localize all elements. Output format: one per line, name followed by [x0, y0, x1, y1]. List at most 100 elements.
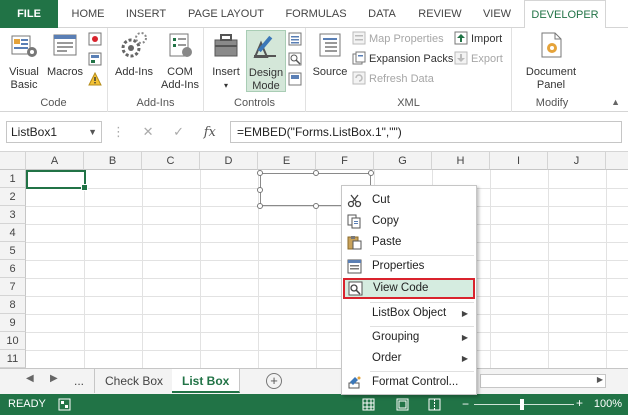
insert-control-button[interactable]: Insert ▾ — [208, 30, 244, 92]
column-header[interactable]: E — [258, 152, 316, 170]
zoom-slider[interactable] — [474, 404, 574, 405]
horizontal-scrollbar[interactable]: ▶ — [480, 374, 606, 388]
column-header[interactable]: B — [84, 152, 142, 170]
design-mode-button[interactable]: Design Mode — [246, 30, 286, 92]
tab-home[interactable]: HOME — [62, 0, 114, 28]
column-header[interactable]: I — [490, 152, 548, 170]
formula-input[interactable]: =EMBED("Forms.ListBox.1","") — [230, 121, 622, 143]
map-properties-button[interactable]: Map Properties — [352, 30, 444, 49]
row-header[interactable]: 10 — [0, 332, 26, 350]
export-button[interactable]: Export — [454, 50, 503, 69]
group-addins: Add-Ins COM Add-Ins Add-Ins — [108, 28, 204, 112]
scroll-right-icon[interactable]: ▶ — [50, 373, 58, 384]
macro-recording-icon[interactable] — [58, 398, 71, 411]
tab-data[interactable]: DATA — [358, 0, 406, 28]
row-header[interactable]: 2 — [0, 188, 26, 206]
visual-basic-button[interactable]: Visual Basic — [4, 30, 44, 92]
source-button[interactable]: Source — [310, 30, 350, 79]
resize-handle[interactable] — [257, 203, 263, 209]
resize-handle[interactable] — [368, 170, 374, 176]
properties-small-icon[interactable] — [288, 32, 302, 46]
column-header[interactable]: C — [142, 152, 200, 170]
menu-item-view-code[interactable]: View Code — [343, 278, 475, 299]
column-header[interactable]: G — [374, 152, 432, 170]
properties-icon — [347, 259, 362, 274]
menu-item-order[interactable]: Order ▶ — [342, 348, 476, 369]
enter-icon[interactable]: ✓ — [173, 124, 184, 139]
page-layout-view-icon[interactable] — [396, 398, 409, 411]
row-header[interactable]: 1 — [0, 170, 26, 188]
row-header[interactable]: 7 — [0, 278, 26, 296]
run-dialog-icon[interactable] — [288, 72, 302, 86]
collapse-ribbon-icon[interactable]: ▲ — [611, 97, 620, 107]
tab-developer[interactable]: DEVELOPER — [524, 0, 606, 29]
menu-item-cut[interactable]: Cut — [342, 190, 476, 211]
view-code-small-icon[interactable] — [288, 52, 302, 66]
menu-item-paste[interactable]: Paste — [342, 232, 476, 253]
com-addins-button[interactable]: COM Add-Ins — [158, 30, 202, 92]
column-header[interactable]: J — [548, 152, 606, 170]
row-header[interactable]: 6 — [0, 260, 26, 278]
name-box[interactable]: ListBox1 ▼ — [6, 121, 102, 143]
resize-handle[interactable] — [313, 203, 319, 209]
column-header[interactable]: H — [432, 152, 490, 170]
worksheet-grid[interactable]: A B C D E F G H I J 1 2 3 4 5 6 7 8 9 10… — [0, 152, 628, 368]
view-code-icon — [348, 281, 363, 296]
tab-file[interactable]: FILE — [0, 0, 58, 28]
refresh-data-button[interactable]: Refresh Data — [352, 70, 434, 89]
chevron-down-icon[interactable]: ▼ — [88, 122, 97, 142]
menu-item-grouping[interactable]: Grouping ▶ — [342, 327, 476, 348]
sheet-tab-list-box[interactable]: List Box — [172, 369, 241, 393]
row-header[interactable]: 11 — [0, 350, 26, 368]
macro-security-icon[interactable] — [88, 72, 102, 86]
menu-item-properties[interactable]: Properties — [342, 256, 476, 277]
sheet-tab-check-box[interactable]: Check Box — [94, 369, 175, 393]
map-properties-icon — [352, 31, 366, 45]
row-header[interactable]: 3 — [0, 206, 26, 224]
resize-handle[interactable] — [257, 170, 263, 176]
tab-review[interactable]: REVIEW — [410, 0, 470, 28]
normal-view-icon[interactable] — [362, 398, 375, 411]
zoom-out-icon[interactable]: − — [462, 397, 469, 411]
column-header[interactable]: D — [200, 152, 258, 170]
refresh-data-icon — [352, 71, 366, 85]
tab-page-layout[interactable]: PAGE LAYOUT — [178, 0, 274, 28]
zoom-in-icon[interactable]: + — [576, 396, 583, 410]
row-header[interactable]: 8 — [0, 296, 26, 314]
relative-references-icon[interactable] — [88, 52, 102, 66]
tab-insert[interactable]: INSERT — [118, 0, 174, 28]
zoom-slider-thumb[interactable] — [520, 399, 524, 410]
more-sheets[interactable]: ... — [64, 369, 94, 393]
scroll-left-icon[interactable]: ◀ — [26, 373, 34, 384]
scroll-right-arrow-icon[interactable]: ▶ — [597, 375, 603, 384]
status-ready: READY — [8, 398, 46, 410]
record-macro-icon[interactable] — [88, 32, 102, 46]
menu-item-format-control[interactable]: Format Control... — [342, 372, 476, 393]
column-header[interactable]: A — [26, 152, 84, 170]
active-cell-a1[interactable] — [26, 170, 88, 191]
zoom-level[interactable]: 100% — [594, 398, 622, 410]
page-break-preview-icon[interactable] — [428, 398, 441, 411]
cancel-icon[interactable]: ✕ — [143, 124, 154, 139]
resize-handle[interactable] — [313, 170, 319, 176]
expansion-packs-button[interactable]: Expansion Packs — [352, 50, 453, 69]
import-button[interactable]: Import — [454, 30, 502, 49]
document-panel-icon — [541, 32, 562, 58]
add-sheet-icon[interactable]: + — [266, 373, 282, 389]
tab-formulas[interactable]: FORMULAS — [278, 0, 354, 28]
row-header[interactable]: 4 — [0, 224, 26, 242]
document-panel-button[interactable]: Document Panel — [518, 30, 584, 92]
select-all-corner[interactable] — [0, 152, 26, 170]
addins-button[interactable]: Add-Ins — [112, 30, 156, 79]
group-modify: Document Panel Modify — [512, 28, 592, 112]
row-header[interactable]: 5 — [0, 242, 26, 260]
menu-item-listbox-object[interactable]: ListBox Object ▶ — [342, 303, 476, 324]
column-header[interactable]: F — [316, 152, 374, 170]
macros-button[interactable]: Macros — [46, 30, 84, 79]
row-header[interactable]: 9 — [0, 314, 26, 332]
column-header[interactable] — [606, 152, 628, 170]
resize-handle[interactable] — [257, 187, 263, 193]
tab-view[interactable]: VIEW — [474, 0, 520, 28]
insert-function-icon[interactable]: fx — [204, 125, 216, 140]
menu-item-copy[interactable]: Copy — [342, 211, 476, 232]
